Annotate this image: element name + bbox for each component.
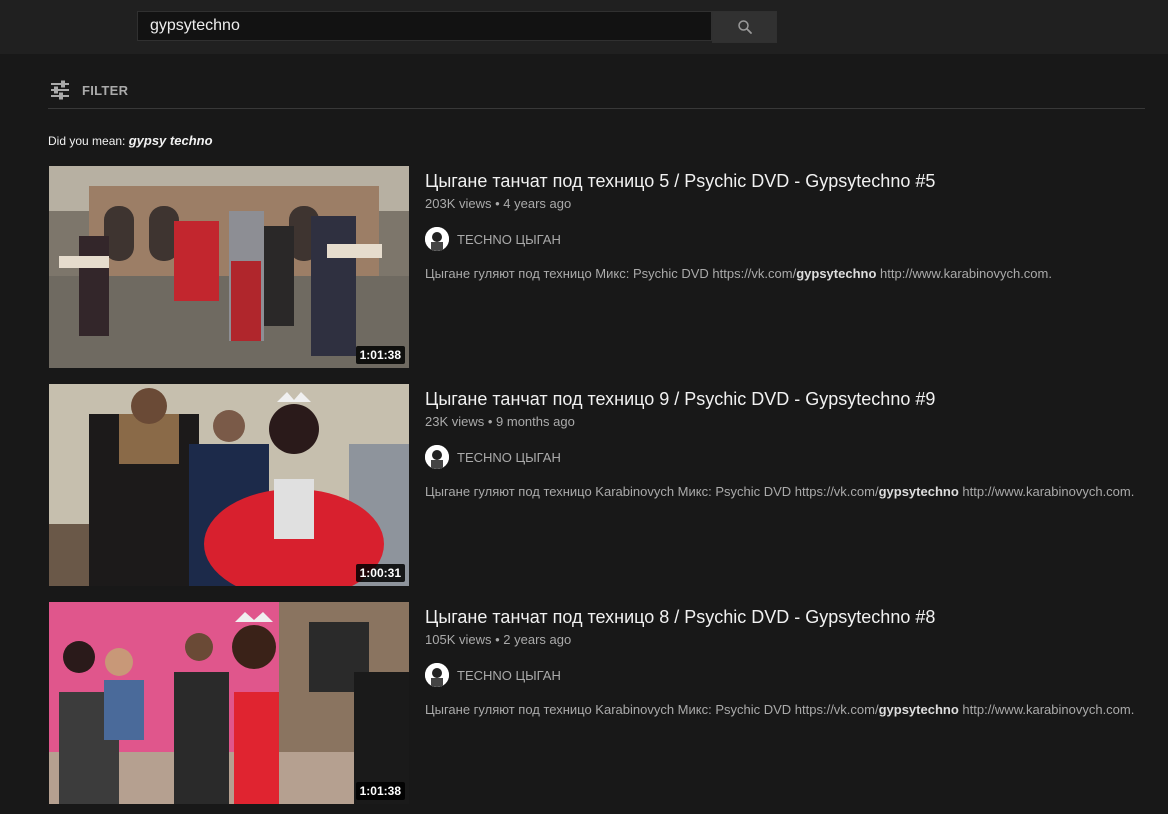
video-meta: 23K views • 9 months ago <box>425 414 575 429</box>
description-highlight: gypsytechno <box>878 702 959 717</box>
suggested-query-link[interactable]: gypsy techno <box>129 133 213 148</box>
video-thumbnail[interactable]: 1:01:38 <box>49 166 409 368</box>
description-highlight: gypsytechno <box>796 266 877 281</box>
filter-button[interactable]: FILTER <box>48 78 128 102</box>
top-bar <box>0 0 1168 54</box>
description-text-tail: http://www.karabinovych.com. <box>958 702 1135 717</box>
description-text: Цыгане гуляют под техницо Karabinovych М… <box>425 702 879 717</box>
channel-name[interactable]: TECHNO ЦЫГАН <box>457 450 561 465</box>
channel-name[interactable]: TECHNO ЦЫГАН <box>457 668 561 683</box>
video-title[interactable]: Цыгане танчат под техницо 9 / Psychic DV… <box>425 387 1165 411</box>
search-icon <box>737 20 752 34</box>
channel-avatar[interactable] <box>425 663 449 687</box>
video-title[interactable]: Цыгане танчат под техницо 5 / Psychic DV… <box>425 169 1165 193</box>
channel-row[interactable]: TECHNO ЦЫГАН <box>425 227 1165 251</box>
description-text-tail: http://www.karabinovych.com. <box>876 266 1052 281</box>
video-description: Цыгане гуляют под техницо Микс: Psychic … <box>425 265 1165 283</box>
did-you-mean-prefix: Did you mean: <box>48 134 126 148</box>
description-text-tail: http://www.karabinovych.com. <box>958 484 1135 499</box>
video-result[interactable]: 1:01:38 Цыгане танчат под техницо 5 / Ps… <box>49 166 1159 368</box>
video-duration: 1:00:31 <box>355 564 405 582</box>
search-button[interactable] <box>712 11 777 43</box>
video-thumbnail[interactable]: 1:01:38 <box>49 602 409 804</box>
video-meta: 105K views • 2 years ago <box>425 632 572 647</box>
channel-avatar[interactable] <box>425 445 449 469</box>
view-count: 23K views <box>425 414 485 429</box>
upload-age: 2 years ago <box>503 632 572 647</box>
view-count: 203K views <box>425 196 492 211</box>
upload-age: 4 years ago <box>503 196 572 211</box>
search-input[interactable] <box>138 16 711 36</box>
sliders-icon <box>51 80 69 100</box>
video-result[interactable]: 1:00:31 Цыгане танчат под техницо 9 / Ps… <box>49 384 1159 586</box>
filter-label: FILTER <box>82 82 129 98</box>
channel-row[interactable]: TECHNO ЦЫГАН <box>425 663 1165 687</box>
description-highlight: gypsytechno <box>878 484 959 499</box>
video-description: Цыгане гуляют под техницо Karabinovych М… <box>425 483 1165 501</box>
search-box[interactable] <box>137 11 712 41</box>
video-result[interactable]: 1:01:38 Цыгане танчат под техницо 8 / Ps… <box>49 602 1159 804</box>
description-text: Цыгане гуляют под техницо Микс: Psychic … <box>425 266 797 281</box>
did-you-mean: Did you mean: gypsy techno <box>48 133 213 148</box>
video-description: Цыгане гуляют под техницо Karabinovych М… <box>425 701 1165 719</box>
view-count: 105K views <box>425 632 492 647</box>
channel-row[interactable]: TECHNO ЦЫГАН <box>425 445 1165 469</box>
upload-age: 9 months ago <box>496 414 575 429</box>
video-thumbnail[interactable]: 1:00:31 <box>49 384 409 586</box>
video-duration: 1:01:38 <box>355 782 405 800</box>
video-title[interactable]: Цыгане танчат под техницо 8 / Psychic DV… <box>425 605 1165 629</box>
channel-name[interactable]: TECHNO ЦЫГАН <box>457 232 561 247</box>
video-duration: 1:01:38 <box>355 346 405 364</box>
video-meta: 203K views • 4 years ago <box>425 196 572 211</box>
channel-avatar[interactable] <box>425 227 449 251</box>
filter-bar: FILTER <box>48 72 1145 109</box>
description-text: Цыгане гуляют под техницо Karabinovych М… <box>425 484 879 499</box>
